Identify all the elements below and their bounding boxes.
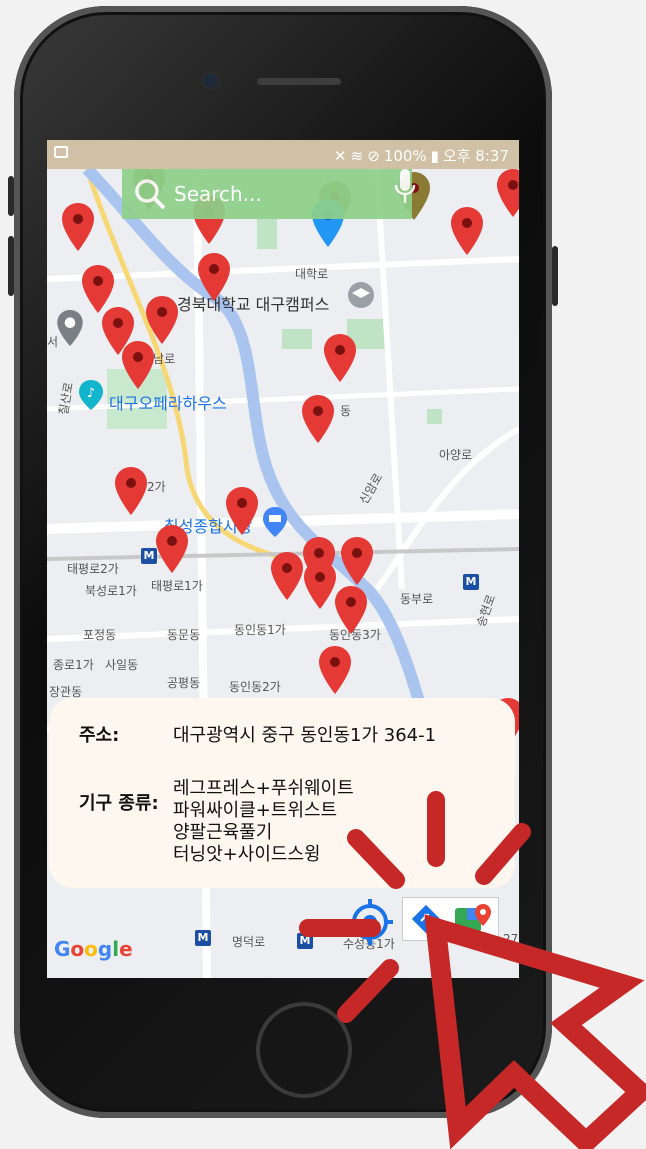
mic-icon[interactable] — [392, 167, 418, 207]
app-screen: 경북대학교 대구캠퍼스 대구오페라하우스 칠성종합시장 산남로 대학로 아양로 … — [47, 140, 519, 978]
status-bar: ✕ ≋ ⊘ 100% ▮ 오후 8:37 — [47, 140, 519, 169]
fitness-location-pin-icon[interactable] — [225, 486, 259, 536]
equipment-item: 터닝앗+사이드스윙 — [173, 844, 321, 862]
map-label-dongmun: 동문동 — [167, 628, 201, 642]
map-label-dongbu: 동부로 — [400, 592, 434, 606]
map-label-jongno1: 종로1가 — [53, 658, 94, 672]
address-label: 주소: — [79, 725, 120, 746]
dnd-icon: ⊘ — [367, 146, 380, 165]
status-right: ✕ ≋ ⊘ 100% ▮ 오후 8:37 — [334, 145, 509, 166]
map-label-daehakro: 대학로 — [295, 267, 329, 281]
music-note-icon[interactable]: ♪ — [79, 380, 103, 410]
map-label-dongin2: 동인동2가 — [229, 680, 281, 694]
wifi-icon: ≋ — [350, 146, 364, 165]
map-label-ga2: 2가 — [147, 480, 166, 494]
clock: 오후 8:37 — [442, 147, 509, 165]
equipment-item: 양팔근육풀기 — [173, 822, 273, 843]
map-label-ayangro: 아양로 — [439, 448, 473, 462]
fitness-location-pin-icon[interactable] — [145, 295, 179, 345]
front-camera — [204, 74, 218, 88]
volume-button-up — [8, 176, 14, 216]
fitness-location-pin-icon[interactable] — [318, 645, 352, 695]
map-label-dongin1: 동인동1가 — [234, 623, 286, 637]
google-logo: Google — [54, 937, 133, 961]
svg-text:♪: ♪ — [87, 386, 95, 401]
map-toolbar — [402, 897, 499, 941]
directions-icon[interactable] — [411, 904, 441, 934]
park-area — [427, 409, 442, 424]
park-area — [257, 219, 277, 249]
metro-station-icon[interactable]: M — [297, 933, 313, 949]
image-notification-icon — [54, 146, 68, 158]
equipment-list: 레그프레스+푸쉬웨이트 파워싸이클+트위스트 양팔근육풀기 터닝앗+사이드스윙 — [173, 778, 354, 862]
equipment-label: 기구 종류: — [79, 793, 159, 814]
fitness-location-pin-icon[interactable] — [61, 202, 95, 252]
fitness-location-pin-icon[interactable] — [323, 333, 357, 383]
map-label-taepyeong2: 태평로2가 — [67, 562, 119, 576]
mute-icon: ✕ — [334, 146, 347, 165]
metro-station-icon[interactable]: M — [463, 574, 479, 590]
place-marker-icon[interactable] — [57, 310, 83, 346]
battery-percent: 100% — [383, 146, 427, 165]
fitness-location-pin-icon[interactable] — [450, 206, 484, 256]
battery-icon: ▮ — [430, 146, 439, 165]
volume-button-down — [8, 236, 14, 296]
fitness-location-pin-icon[interactable] — [496, 168, 519, 218]
map-label-gongpyeong: 공평동 — [167, 676, 201, 690]
fitness-location-pin-icon[interactable] — [270, 551, 304, 601]
map-label-dong: 동 — [340, 404, 352, 418]
fitness-location-pin-icon[interactable] — [121, 340, 155, 390]
fitness-location-pin-icon[interactable] — [303, 560, 337, 610]
map-label-opera: 대구오페라하우스 — [109, 394, 227, 413]
fitness-location-pin-icon[interactable] — [340, 536, 374, 586]
fitness-location-pin-icon[interactable] — [114, 466, 148, 516]
university-cap-icon[interactable] — [347, 281, 375, 309]
power-button — [552, 246, 558, 306]
map-label-myeongdeok: 명덕로 — [232, 935, 266, 949]
fitness-location-pin-icon[interactable] — [334, 585, 368, 635]
equipment-item: 레그프레스+푸쉬웨이트 — [173, 778, 354, 799]
map-label-bukseong1: 북성로1가 — [85, 584, 137, 598]
fitness-location-pin-icon[interactable] — [301, 394, 335, 444]
search-icon — [135, 179, 166, 210]
map-label-num27: 27 — [503, 932, 519, 946]
metro-station-icon[interactable]: M — [195, 930, 211, 946]
search-bar[interactable]: Search... — [122, 169, 416, 219]
earpiece-speaker — [257, 78, 341, 85]
fitness-location-pin-icon[interactable] — [155, 524, 189, 574]
my-location-button[interactable] — [345, 897, 395, 947]
home-button[interactable] — [256, 1002, 352, 1098]
park-area — [282, 329, 312, 349]
map-label-pojeong: 포정동 — [83, 628, 117, 642]
fitness-location-pin-icon[interactable] — [197, 252, 231, 302]
address-value: 대구광역시 중구 동인동1가 364-1 — [173, 725, 437, 746]
gym-info-card[interactable]: 주소: 대구광역시 중구 동인동1가 364-1 기구 종류: 레그프레스+푸쉬… — [49, 698, 515, 888]
shopping-cart-icon[interactable] — [263, 507, 287, 537]
search-input[interactable]: Search... — [174, 182, 262, 206]
map-label-sail: 사일동 — [105, 658, 139, 672]
map-label-taepyeong1: 태평로1가 — [151, 579, 203, 593]
google-maps-icon[interactable] — [453, 902, 493, 936]
equipment-item: 파워싸이클+트위스트 — [173, 800, 338, 821]
